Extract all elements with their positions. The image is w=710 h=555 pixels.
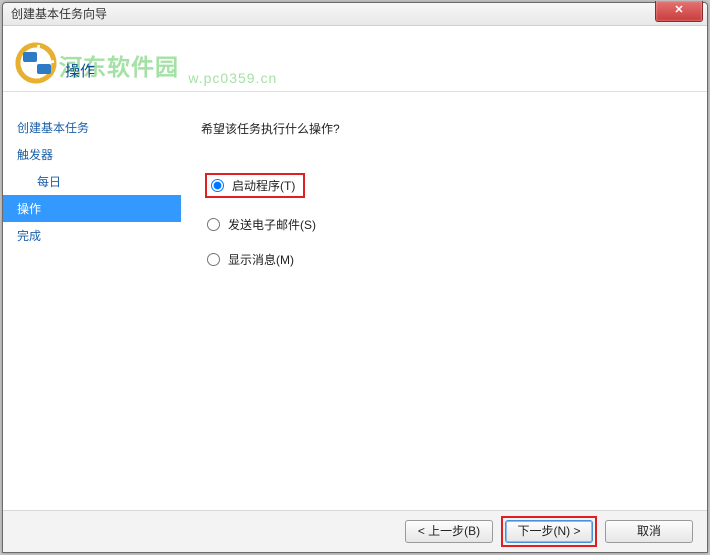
sidebar-item-finish[interactable]: 完成 — [3, 222, 181, 249]
wizard-icon — [15, 42, 57, 84]
sidebar-item-create-task[interactable]: 创建基本任务 — [3, 114, 181, 141]
titlebar: 创建基本任务向导 ✕ — [3, 3, 707, 26]
radio-send-email[interactable] — [207, 218, 220, 231]
question-text: 希望该任务执行什么操作? — [201, 120, 687, 137]
close-button[interactable]: ✕ — [655, 1, 703, 22]
cancel-button[interactable]: 取消 — [605, 520, 693, 543]
highlight-box-start-program: 启动程序(T) — [205, 173, 305, 198]
back-button[interactable]: < 上一步(B) — [405, 520, 493, 543]
highlight-box-next: 下一步(N) > — [501, 516, 597, 547]
sidebar: 创建基本任务 触发器 每日 操作 完成 — [3, 92, 181, 510]
option-start-program[interactable]: 启动程序(T) — [201, 171, 687, 200]
wizard-window: 创建基本任务向导 ✕ 河东软件园 w.pc0359.cn 操作 创建基本任务 触… — [2, 2, 708, 553]
footer: < 上一步(B) 下一步(N) > 取消 — [3, 510, 707, 552]
option-label-start-program: 启动程序(T) — [232, 177, 295, 194]
option-show-message[interactable]: 显示消息(M) — [201, 249, 687, 270]
option-label-show-message: 显示消息(M) — [228, 251, 294, 268]
header-title: 操作 — [65, 60, 95, 81]
sidebar-item-action[interactable]: 操作 — [3, 195, 181, 222]
next-button[interactable]: 下一步(N) > — [505, 520, 593, 543]
wizard-body: 创建基本任务 触发器 每日 操作 完成 希望该任务执行什么操作? 启动程序(T)… — [3, 92, 707, 510]
content-panel: 希望该任务执行什么操作? 启动程序(T) 发送电子邮件(S) 显示消息(M) — [181, 92, 707, 510]
option-send-email[interactable]: 发送电子邮件(S) — [201, 214, 687, 235]
option-label-send-email: 发送电子邮件(S) — [228, 216, 316, 233]
radio-start-program[interactable] — [211, 179, 224, 192]
sidebar-item-trigger[interactable]: 触发器 — [3, 141, 181, 168]
close-icon: ✕ — [674, 4, 683, 16]
wizard-header: 河东软件园 w.pc0359.cn 操作 — [3, 26, 707, 92]
sidebar-item-daily[interactable]: 每日 — [3, 168, 181, 195]
radio-show-message[interactable] — [207, 253, 220, 266]
window-title: 创建基本任务向导 — [11, 7, 107, 21]
